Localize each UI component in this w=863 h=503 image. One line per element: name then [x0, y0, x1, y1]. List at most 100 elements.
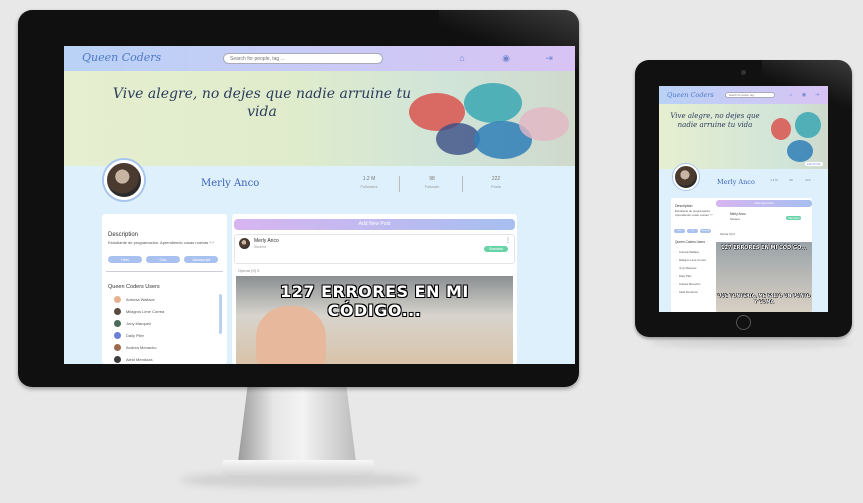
add-post-button[interactable]: Add New Post	[234, 219, 515, 230]
edit-profile-button[interactable]: Edit Profile	[805, 162, 823, 166]
stat-value: 1.2 M	[362, 176, 376, 182]
user-name[interactable]: Milagros Lime Correa	[679, 258, 706, 262]
stat-following: 98	[789, 178, 793, 182]
profile-sidebar: Description Estudiante de programación. …	[671, 198, 717, 312]
user-avatar	[114, 356, 121, 363]
imac-screen: Queen Coders ⌂ ◉ ⇥ Vive alegre, no dejes…	[64, 46, 575, 364]
description-title: Description	[675, 204, 693, 208]
user-name: Milagros Lime Correa	[126, 309, 165, 314]
feed: Add New Post Merly Anco Student ⋮ Standa…	[232, 214, 517, 364]
balloon-blue	[787, 140, 813, 162]
post-subtitle: Student	[254, 245, 267, 249]
logo[interactable]: Queen Coders	[82, 51, 161, 64]
profile-avatar[interactable]	[104, 160, 144, 200]
sidebar-divider	[106, 271, 223, 272]
stat-posts: 222	[805, 178, 811, 182]
user-name[interactable]: Aleid Mendoza	[679, 290, 698, 294]
balloon-red	[771, 118, 791, 140]
users-title: Queen Coders Users	[675, 240, 705, 244]
post-meta: Opinar (0) 0	[238, 268, 260, 273]
tag-css[interactable]: Css	[146, 256, 180, 263]
navbar: Queen Coders ⌂ ◉ ⇥	[659, 86, 828, 104]
users-scrollbar[interactable]	[219, 294, 222, 334]
post-subtitle: Student	[730, 217, 740, 221]
user-name[interactable]: Daily Plier	[679, 274, 692, 278]
home-icon[interactable]: ⌂	[788, 92, 794, 98]
stat-followers: 1.2 M	[770, 178, 778, 182]
user-avatar	[114, 332, 121, 339]
meme-top-text: 127 ERRORES EN MI CÓDIGO...	[721, 245, 807, 251]
user-avatar	[114, 308, 121, 315]
tag-html[interactable]: Html	[108, 256, 142, 263]
add-post-button[interactable]: Add New Post	[716, 200, 812, 207]
stat-label: Followers	[360, 184, 378, 189]
user-avatar	[114, 296, 121, 303]
post-author[interactable]: Merly Anco	[254, 238, 279, 244]
profile-name: Merly Anco	[201, 178, 260, 189]
feed: Add New Post Merly Anco Student Standard…	[716, 198, 812, 312]
profile-banner: Vive alegre, no dejes que nadie arruine …	[659, 104, 828, 169]
post-image[interactable]: 127 ERRORES EN MI CÓDIGO...	[236, 276, 513, 364]
imac-bezel: Queen Coders ⌂ ◉ ⇥ Vive alegre, no dejes…	[18, 10, 579, 387]
user-avatar	[114, 344, 121, 351]
user-name[interactable]: Andrea Menacho	[679, 282, 700, 286]
user-name: Jony Marquez	[126, 321, 152, 326]
home-button-icon[interactable]	[736, 315, 751, 330]
user-name[interactable]: Jony Marquez	[679, 266, 697, 270]
post-author-avatar[interactable]	[239, 238, 250, 249]
stat-posts: 222 Posts	[476, 176, 516, 189]
stat-following: 98 Followin	[412, 176, 452, 189]
camera-icon	[741, 70, 746, 75]
more-options-icon[interactable]: ⋮	[505, 237, 511, 244]
user-name: Daily Plier	[126, 333, 145, 338]
balloon-pink	[519, 107, 569, 141]
balloon-teal	[464, 83, 522, 123]
tag-javascript[interactable]: Javascript	[184, 256, 218, 263]
banner-quote: Vive alegre, no dejes que nadie arruine …	[112, 86, 412, 120]
search-input[interactable]	[725, 92, 775, 98]
post-image[interactable]: 127 ERRORES EN MI CÓDIGO... QUE TONTERIA…	[716, 242, 812, 312]
user-circle-icon[interactable]: ◉	[501, 53, 511, 63]
ipad-shadow	[650, 338, 850, 348]
profile-banner: Vive alegre, no dejes que nadie arruine …	[64, 71, 575, 166]
meme-bottom-text: QUE TONTERIA, ME FALTÓ UN PUNTO Y COMA	[717, 294, 811, 305]
banner-quote: Vive alegre, no dejes que nadie arruine …	[670, 112, 760, 129]
profile-header: Merly Anco 1.2 M Followers 98 Followin 2…	[64, 160, 575, 210]
profile-avatar[interactable]	[673, 164, 699, 190]
description-text: Estudiante de programación. Aprendiendo …	[108, 240, 214, 245]
imac-stand-neck	[238, 387, 356, 462]
profile-name: Merly Anco	[717, 178, 755, 186]
stat-divider	[462, 176, 463, 192]
stat-followers: 1.2 M Followers	[349, 176, 389, 189]
ipad-screen: Queen Coders ⌂ ◉ ⇥ Vive alegre, no dejes…	[659, 86, 828, 312]
tag-css[interactable]: Css	[687, 229, 698, 233]
post-header: Merly Anco Student ⋮ Standard	[234, 234, 515, 264]
meme-top-text: 127 ERRORES EN MI CÓDIGO...	[280, 282, 469, 320]
stat-label: Followin	[424, 184, 440, 189]
user-name[interactable]: Antonia Wallace	[679, 250, 699, 254]
post-meta: Opinar (0) 0	[720, 232, 735, 236]
imac-stand-base	[222, 460, 374, 478]
user-avatar	[114, 320, 121, 327]
stat-label: Posts	[490, 184, 501, 189]
balloon-teal	[795, 112, 821, 138]
sign-out-icon[interactable]: ⇥	[544, 53, 554, 63]
stat-value: 98	[429, 176, 435, 182]
user-name: Aleid Mendoza	[126, 357, 153, 362]
description-title: Description	[108, 232, 139, 238]
post-author[interactable]: Merly Anco	[730, 212, 746, 216]
stat-divider	[399, 176, 400, 192]
logo[interactable]: Queen Coders	[667, 91, 714, 99]
sign-out-icon[interactable]: ⇥	[814, 92, 820, 98]
search-input[interactable]	[223, 53, 383, 64]
post-badge: Standard	[484, 246, 508, 252]
users-title: Queen Coders Users	[108, 284, 160, 290]
tag-html[interactable]: Html	[674, 229, 685, 233]
user-circle-icon[interactable]: ◉	[801, 92, 807, 98]
description-text: Estudiante de programación. Aprendiendo …	[675, 209, 713, 217]
stat-value: 222	[491, 176, 501, 182]
tag-javascript[interactable]: Javascript	[700, 229, 711, 233]
user-name: Andrea Menacho	[126, 345, 157, 350]
home-icon[interactable]: ⌂	[457, 53, 467, 63]
profile-sidebar: Description Estudiante de programación. …	[102, 214, 227, 364]
